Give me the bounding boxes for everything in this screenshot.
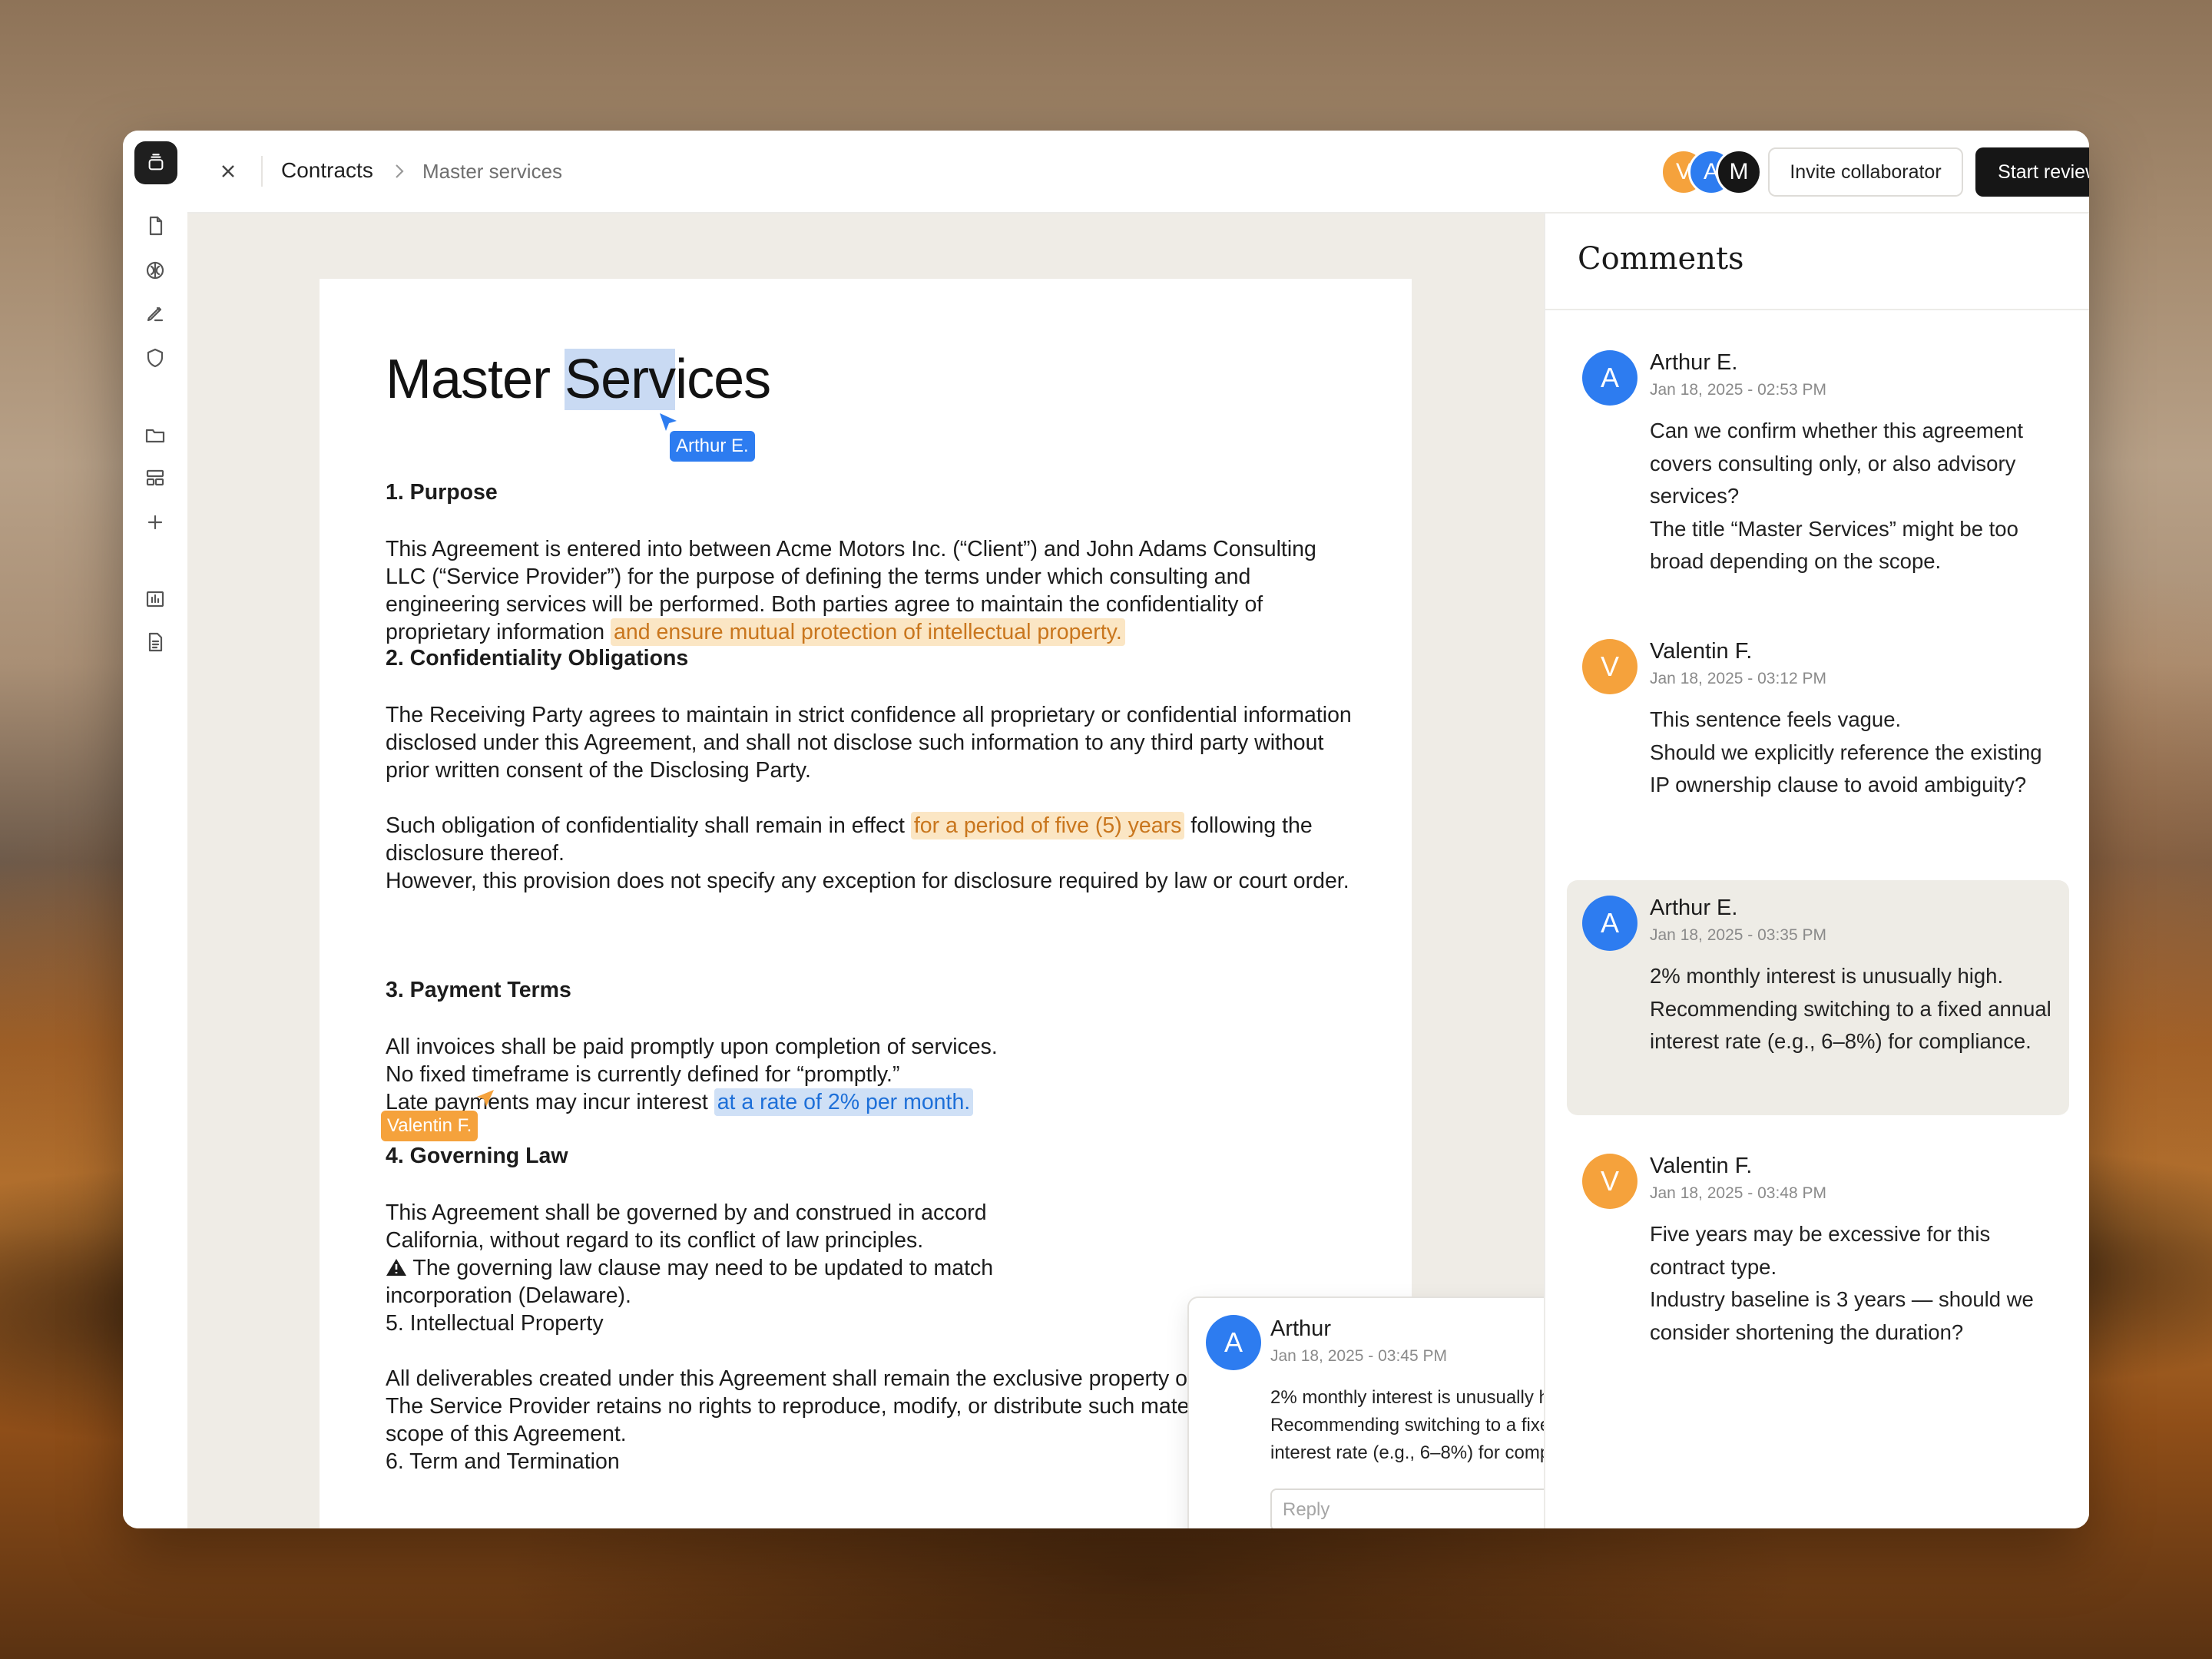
comment-item[interactable]: V Valentin F. Jan 18, 2025 - 03:12 PM Th…: [1567, 624, 2069, 854]
layout-icon[interactable]: [141, 464, 169, 492]
cursor-pointer-icon: [477, 1090, 494, 1107]
comment-line: Industry baseline is 3 years — should we…: [1650, 1287, 2034, 1344]
avatar: A: [1582, 896, 1637, 951]
avatar: A: [1206, 1315, 1261, 1370]
divider: [261, 156, 263, 187]
comment-item[interactable]: A Arthur E. Jan 18, 2025 - 02:53 PM Can …: [1567, 335, 2069, 581]
collaborator-avatars[interactable]: V A M: [1661, 149, 1762, 195]
start-review-session-button[interactable]: Start review session: [1975, 147, 2089, 197]
section-paragraph[interactable]: Such obligation of confidentiality shall…: [386, 812, 1361, 895]
comment-author: Valentin F.: [1650, 639, 1753, 664]
comment-text: This sentence feels vague. Should we expl…: [1650, 704, 2057, 802]
comment-timestamp: Jan 18, 2025 - 03:48 PM: [1650, 1184, 1826, 1202]
app-window: Contracts Master services V A M Invite c…: [123, 131, 2089, 1528]
document-canvas: Master Services Arthur E. 1. Purpose Thi…: [187, 214, 1682, 1528]
comment-author: Arthur: [1270, 1316, 1331, 1341]
comment-timestamp: Jan 18, 2025 - 03:45 PM: [1270, 1347, 1447, 1365]
shield-icon[interactable]: [141, 344, 169, 372]
comment-highlight[interactable]: and ensure mutual protection of intellec…: [611, 618, 1125, 646]
comment-line: This sentence feels vague.: [1650, 707, 1902, 731]
comment-line: Can we confirm whether this agreement co…: [1650, 419, 2024, 508]
app-logo-icon[interactable]: [134, 141, 177, 184]
section-paragraph[interactable]: The Receiving Party agrees to maintain i…: [386, 701, 1361, 784]
paragraph-text: All deliverables created under this Agre…: [386, 1366, 1299, 1391]
comment-line: The title “Master Services” might be too…: [1650, 516, 2018, 574]
comment-author: Arthur E.: [1650, 350, 1738, 375]
section-heading: 1. Purpose: [386, 480, 498, 505]
comment-timestamp: Jan 18, 2025 - 03:12 PM: [1650, 670, 1826, 687]
section-heading: 6. Term and Termination: [386, 1449, 620, 1474]
close-icon[interactable]: [215, 158, 241, 184]
comment-author: Arthur E.: [1650, 896, 1738, 920]
bar-chart-icon[interactable]: [141, 585, 169, 613]
folder-icon[interactable]: [141, 421, 169, 449]
cursor-label-valentin: Valentin F.: [381, 1111, 478, 1141]
breadcrumb-root[interactable]: Contracts: [281, 158, 373, 183]
paragraph-text: California, without regard to its confli…: [386, 1228, 924, 1253]
paragraph-text: However, this provision does not specify…: [386, 869, 1349, 893]
comment-line: 2% monthly interest is unusually high.: [1650, 964, 2004, 988]
paragraph-text: Such obligation of confidentiality shall…: [386, 813, 911, 838]
avatar: A: [1582, 350, 1637, 406]
comment-text: Can we confirm whether this agreement co…: [1650, 415, 2057, 578]
avatar: V: [1582, 639, 1637, 694]
comment-timestamp: Jan 18, 2025 - 02:53 PM: [1650, 381, 1826, 399]
comments-title: Comments: [1578, 241, 1744, 276]
comment-timestamp: Jan 18, 2025 - 03:35 PM: [1650, 926, 1826, 944]
paragraph-text: This Agreement shall be governed by and …: [386, 1200, 987, 1225]
comment-line: Should we explicitly reference the exist…: [1650, 740, 2042, 797]
comment-highlight[interactable]: at a rate of 2% per month.: [714, 1088, 974, 1116]
title-selection: Serv: [565, 349, 676, 410]
sidebar: [123, 131, 189, 1528]
plus-icon[interactable]: [141, 508, 169, 536]
comment-text: Five years may be excessive for this con…: [1650, 1218, 2057, 1349]
brain-icon[interactable]: [141, 257, 169, 284]
comment-text: 2% monthly interest is unusually high. Re…: [1650, 960, 2057, 1058]
cursor-label-arthur: Arthur E.: [670, 431, 755, 462]
section-heading: 5. Intellectual Property: [386, 1311, 604, 1336]
comment-item-active[interactable]: A Arthur E. Jan 18, 2025 - 03:35 PM 2% m…: [1567, 880, 2069, 1115]
section-paragraph[interactable]: This Agreement is entered into between A…: [386, 535, 1361, 646]
paragraph-text: No fixed timeframe is currently defined …: [386, 1062, 900, 1087]
paragraph-text: The governing law clause may need to be …: [412, 1256, 994, 1280]
top-bar: Contracts Master services V A M Invite c…: [187, 131, 2089, 214]
section-heading: 4. Governing Law: [386, 1144, 568, 1168]
comment-item[interactable]: V Valentin F. Jan 18, 2025 - 03:48 PM Fi…: [1567, 1138, 2069, 1369]
comment-line: Recommending switching to a fixed annual…: [1650, 996, 2051, 1054]
document-title[interactable]: Master Services: [386, 348, 771, 411]
paragraph-text: incorporation (Delaware).: [386, 1283, 631, 1308]
invite-collaborator-button[interactable]: Invite collaborator: [1768, 147, 1963, 197]
file-text-icon[interactable]: [141, 628, 169, 656]
title-text: Master: [386, 349, 565, 410]
comments-panel: Comments A Arthur E. Jan 18, 2025 - 02:5…: [1544, 214, 2089, 1528]
title-text: ices: [675, 349, 771, 410]
divider: [1545, 309, 2089, 310]
comment-line: Five years may be excessive for this con…: [1650, 1222, 1991, 1279]
avatar[interactable]: M: [1716, 149, 1762, 195]
document-icon[interactable]: [141, 212, 169, 240]
section-paragraph[interactable]: All invoices shall be paid promptly upon…: [386, 1033, 1361, 1116]
comment-highlight[interactable]: for a period of five (5) years: [910, 812, 1185, 839]
section-heading: 2. Confidentiality Obligations: [386, 646, 689, 671]
warning-icon: [386, 1259, 406, 1276]
comment-author: Valentin F.: [1650, 1154, 1753, 1178]
section-paragraph[interactable]: This Agreement shall be governed by and …: [386, 1199, 1361, 1254]
avatar: V: [1582, 1154, 1637, 1209]
chevron-right-icon: [392, 161, 407, 181]
paragraph-text: All invoices shall be paid promptly upon…: [386, 1035, 998, 1059]
pen-icon[interactable]: [141, 300, 169, 327]
breadcrumb-current: Master services: [422, 160, 563, 183]
section-heading: 3. Payment Terms: [386, 978, 571, 1002]
